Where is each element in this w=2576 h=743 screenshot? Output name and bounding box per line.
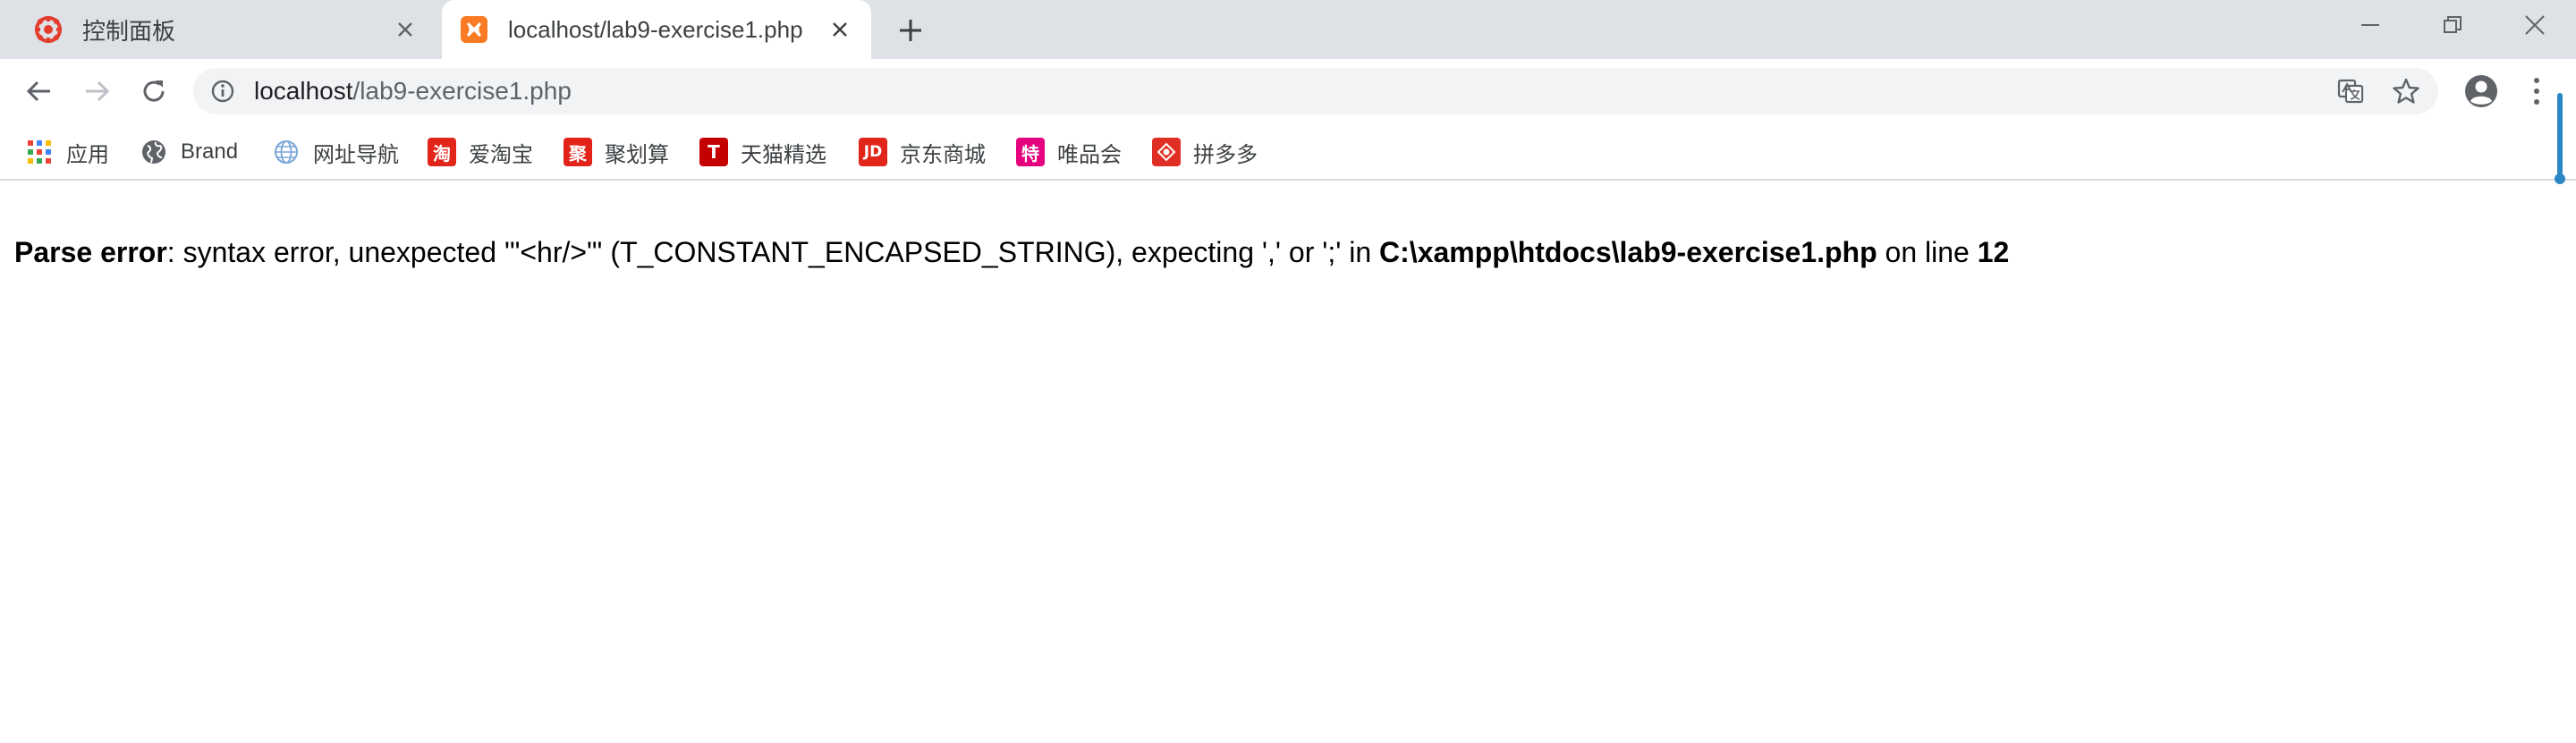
tab-title: localhost/lab9-exercise1.php: [508, 15, 803, 43]
more-vert-icon: [2534, 78, 2539, 105]
globe-icon: [140, 138, 168, 166]
bookmark-pinduoduo[interactable]: 拼多多: [1152, 136, 1258, 168]
bookmark-apps[interactable]: 应用: [25, 136, 109, 168]
star-icon[interactable]: [2390, 75, 2422, 107]
translate-icon[interactable]: [2334, 75, 2367, 107]
scrollbar-thumb[interactable]: [2555, 93, 2565, 186]
bookmark-label: 聚划算: [605, 142, 669, 167]
php-error-message: Parse error: syntax error, unexpected '"…: [14, 236, 2009, 269]
bookmark-label: 京东商城: [900, 142, 986, 167]
bookmark-label: Brand: [181, 139, 239, 164]
close-icon: [2525, 15, 2545, 35]
juhuasuan-icon: 聚: [564, 138, 592, 166]
bookmark-jd[interactable]: JD 京东商城: [859, 136, 986, 168]
bookmark-label: 网址导航: [313, 142, 399, 167]
error-file: C:\xampp\htdocs\lab9-exercise1.php: [1379, 236, 1877, 268]
tab-title: 控制面板: [82, 17, 176, 45]
restore-button[interactable]: [2424, 5, 2481, 45]
arrow-left-icon: [26, 80, 50, 102]
bookmark-label: 拼多多: [1193, 142, 1258, 167]
error-line-prefix: on line: [1877, 236, 1978, 268]
tmall-icon: T: [699, 138, 728, 166]
apps-grid-icon: [25, 138, 54, 166]
xampp-icon: [460, 15, 488, 44]
vip-icon: 特: [1016, 138, 1045, 166]
jd-icon: JD: [859, 138, 887, 166]
bookmarks-bar: 应用 Brand 网址导航 淘 爱淘宝 聚 聚划算 T 天猫精选 JD 京东商城…: [0, 123, 2576, 181]
bookmark-juhuasuan[interactable]: 聚 聚划算: [564, 136, 669, 168]
address-bar[interactable]: localhost/lab9-exercise1.php: [193, 68, 2438, 114]
close-icon[interactable]: [826, 16, 853, 43]
close-icon[interactable]: [392, 16, 419, 43]
error-label: Parse error: [14, 236, 167, 268]
pinduoduo-icon: [1152, 138, 1181, 166]
bookmark-label: 唯品会: [1057, 142, 1122, 167]
bookmark-taobao[interactable]: 淘 爱淘宝: [428, 136, 533, 168]
bookmark-tmall[interactable]: T 天猫精选: [699, 136, 826, 168]
new-tab-button[interactable]: [893, 13, 928, 48]
globe-outline-icon: [272, 138, 301, 166]
info-icon[interactable]: [209, 78, 236, 105]
avatar-icon: [2465, 75, 2497, 107]
tab-control-panel[interactable]: 控制面板: [16, 0, 436, 59]
url-host: localhost: [254, 77, 353, 105]
error-text: : syntax error, unexpected '"<hr/>"' (T_…: [166, 236, 1380, 268]
bookmark-label: 天猫精选: [741, 142, 826, 167]
taobao-icon: 淘: [428, 138, 456, 166]
bookmark-brand[interactable]: Brand: [140, 136, 238, 168]
profile-button[interactable]: [2462, 72, 2501, 111]
page-content: Parse error: syntax error, unexpected '"…: [0, 181, 2576, 743]
url-path: /lab9-exercise1.php: [352, 77, 572, 105]
bookmark-nav[interactable]: 网址导航: [272, 136, 399, 168]
bookmark-vip[interactable]: 特 唯品会: [1016, 136, 1122, 168]
tab-strip: 控制面板 localhost/lab9-exercise1.php: [0, 0, 2576, 59]
toolbar: localhost/lab9-exercise1.php: [0, 59, 2576, 123]
close-window-button[interactable]: [2506, 5, 2563, 45]
minimize-icon: [2361, 24, 2379, 26]
minimize-button[interactable]: [2342, 5, 2399, 45]
tab-localhost[interactable]: localhost/lab9-exercise1.php: [442, 0, 871, 59]
restore-icon: [2444, 16, 2462, 33]
bookmark-label: 爱淘宝: [469, 142, 533, 167]
menu-button[interactable]: [2517, 72, 2556, 111]
error-line-number: 12: [1977, 236, 2010, 268]
reload-icon: [143, 80, 165, 102]
back-button[interactable]: [20, 72, 59, 111]
url-text[interactable]: localhost/lab9-exercise1.php: [254, 78, 572, 105]
reload-button[interactable]: [134, 72, 174, 111]
xampp-control-icon: [34, 15, 63, 44]
bookmark-label: 应用: [66, 142, 109, 167]
arrow-right-icon: [86, 80, 110, 102]
plus-icon: [900, 20, 921, 41]
forward-button[interactable]: [77, 72, 116, 111]
